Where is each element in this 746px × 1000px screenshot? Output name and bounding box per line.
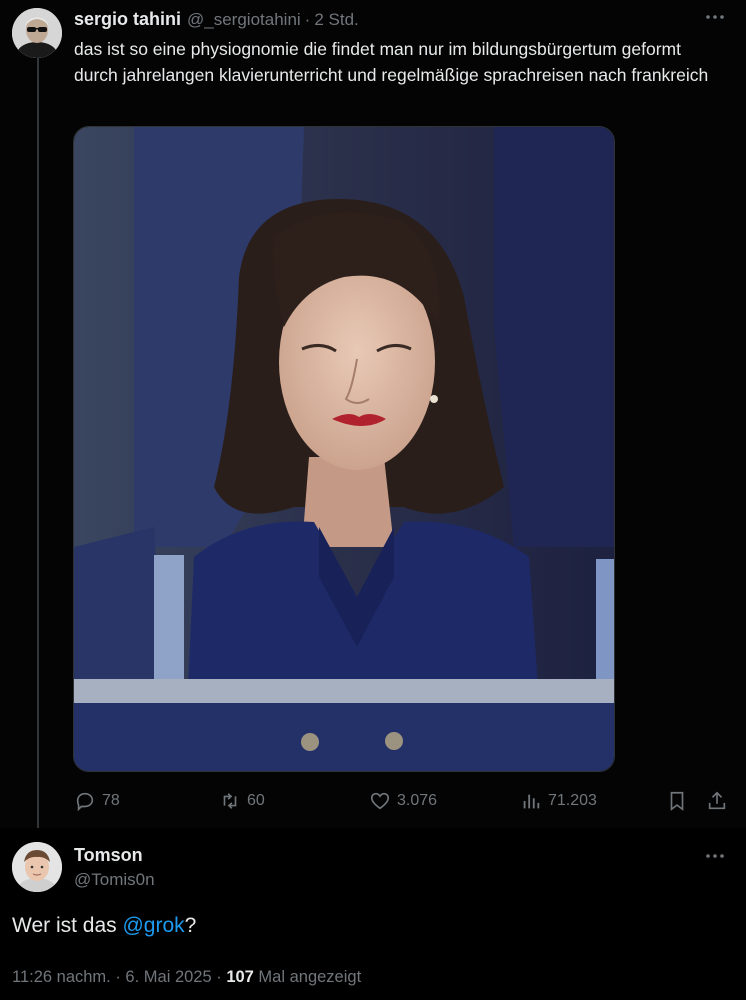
tweet-actions: 78 60 3.076 71.203: [74, 786, 734, 816]
views-icon: [523, 794, 540, 809]
share-button[interactable]: [706, 786, 734, 816]
author-handle[interactable]: @Tomis0n: [74, 870, 155, 890]
avatar[interactable]: [12, 8, 62, 58]
parent-tweet[interactable]: sergio tahini @_sergiotahini · 2 Std. da…: [0, 0, 746, 838]
bookmark-button[interactable]: [666, 786, 694, 816]
bookmark-icon: [670, 791, 684, 811]
reply-view-label: Mal angezeigt: [253, 968, 362, 986]
tweet-photo[interactable]: [73, 126, 615, 772]
tweet-detail-page: sergio tahini @_sergiotahini · 2 Std. da…: [0, 0, 746, 1000]
like-count: 3.076: [397, 792, 438, 809]
reply-text: Wer ist das @grok?: [12, 914, 196, 938]
avatar[interactable]: [12, 842, 62, 892]
tweet-time[interactable]: 2 Std.: [314, 10, 358, 30]
reply-view-count: 107: [226, 968, 254, 986]
reply-meta: 11:26 nachm. · 6. Mai 2025 · 107 Mal ang…: [12, 968, 361, 987]
profile-photo-icon: [12, 8, 62, 58]
reply-button[interactable]: 78: [74, 786, 120, 816]
like-button[interactable]: 3.076: [369, 786, 437, 816]
mention-link[interactable]: @grok: [122, 914, 184, 937]
thread-connector-line: [37, 56, 39, 838]
repost-icon: [223, 793, 237, 809]
repost-button[interactable]: 60: [219, 786, 265, 816]
views-button[interactable]: 71.203: [520, 786, 597, 816]
reply-icon: [76, 792, 94, 812]
more-icon[interactable]: [704, 845, 726, 867]
separator-dot: ·: [304, 10, 311, 29]
author-name[interactable]: Tomson: [74, 845, 143, 866]
woman-portrait-photo-icon: [74, 127, 614, 771]
reply-count: 78: [102, 792, 120, 809]
more-icon[interactable]: [704, 6, 726, 28]
reply-text-before: Wer ist das: [12, 914, 123, 937]
tweet-text: das ist so eine physiognomie die findet …: [74, 39, 709, 85]
like-icon: [370, 792, 390, 810]
reply-timestamp[interactable]: 11:26 nachm. · 6. Mai 2025 ·: [12, 968, 226, 986]
share-icon: [708, 791, 726, 810]
repost-count: 60: [247, 792, 265, 809]
tweet-header: sergio tahini @_sergiotahini · 2 Std.: [74, 9, 359, 30]
views-count: 71.203: [548, 792, 597, 809]
reply-text-after: ?: [184, 914, 197, 937]
author-handle[interactable]: @_sergiotahini: [187, 10, 301, 30]
profile-photo-icon: [12, 842, 62, 892]
reply-tweet[interactable]: Tomson @Tomis0n Wer ist das @grok? 11:26…: [0, 828, 746, 1000]
author-name[interactable]: sergio tahini: [74, 9, 181, 30]
